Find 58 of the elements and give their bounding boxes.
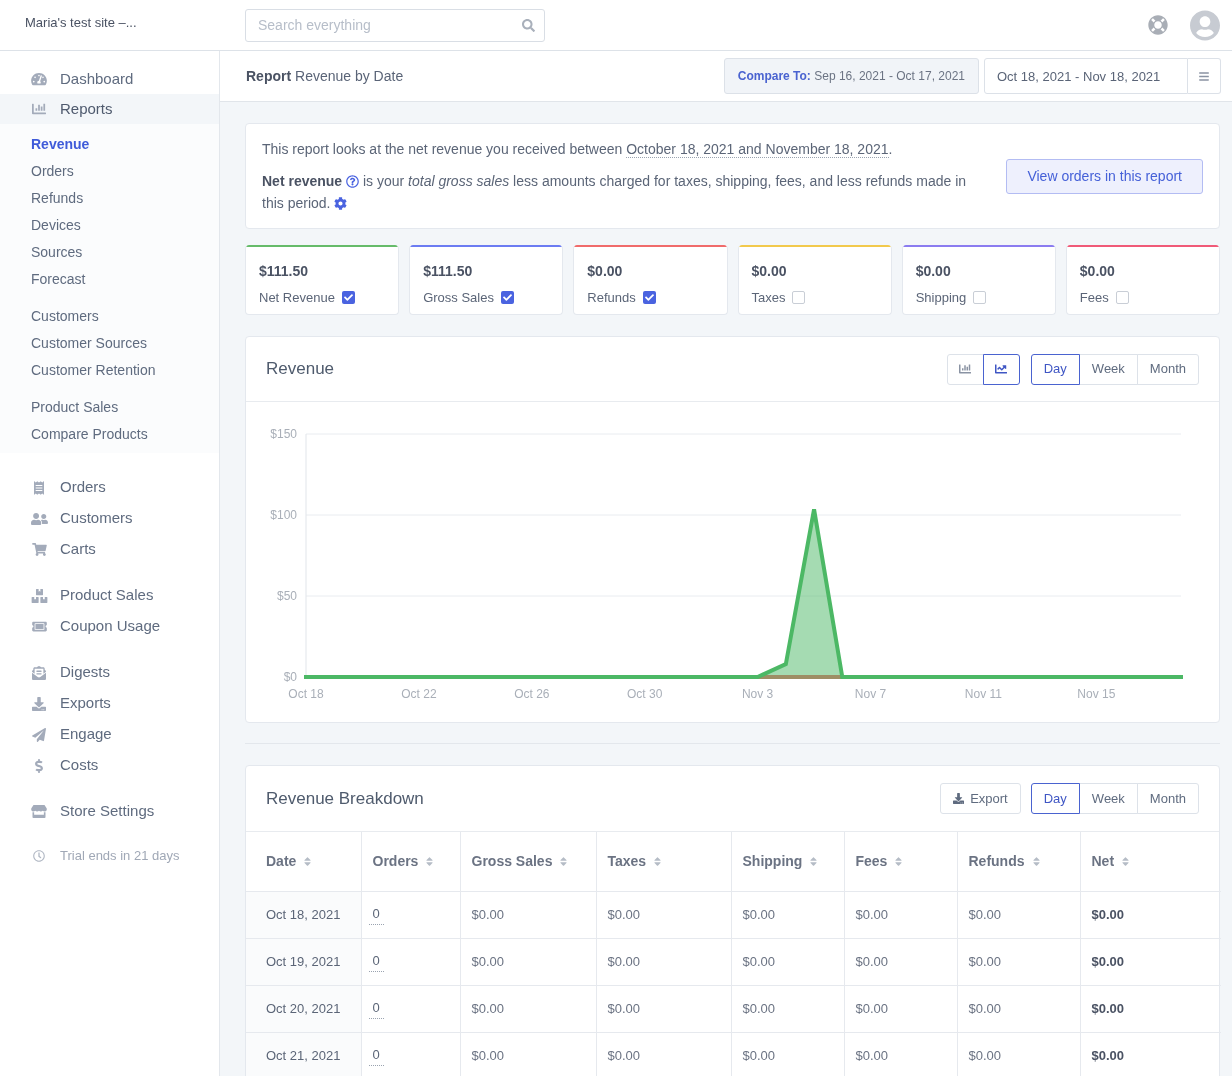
net-revenue-definition: Net revenue is your total gross sales less amounts charged for taxes, shipping, fees, and less refunds made in this period.: [262, 172, 967, 213]
axis-label: $50: [276, 589, 297, 603]
metric-value: $0.00: [587, 262, 624, 281]
chart-title: Revenue: [266, 358, 335, 381]
table-cell: $0.00: [957, 891, 1080, 938]
table-cell: $0.00: [1080, 938, 1221, 985]
metric-label: Gross Sales: [423, 289, 494, 307]
breakdown-title: Revenue Breakdown: [266, 787, 424, 810]
table-cell: $0.00: [957, 938, 1080, 985]
axis-label: Nov 3: [741, 687, 774, 701]
table-cell: Oct 18, 2021: [246, 891, 361, 938]
table-cell: $0.00: [731, 985, 844, 1032]
axis-label: Nov 15: [1077, 687, 1116, 701]
table-cell: $0.00: [1080, 1032, 1221, 1076]
axis-label: Oct 22: [401, 687, 437, 701]
table-cell: $0.00: [957, 1032, 1080, 1076]
table-cell: $0.00: [596, 985, 731, 1032]
axis-label: $0: [283, 670, 297, 684]
table-cell: $0.00: [844, 1032, 957, 1076]
table-cell: $0.00: [460, 1032, 596, 1076]
axis-label: Oct 18: [288, 687, 324, 701]
table-cell: $0.00: [957, 985, 1080, 1032]
table-cell: Oct 21, 2021: [246, 1032, 361, 1076]
metric-label: Shipping: [915, 289, 967, 307]
report-summary: This report looks at the net revenue you received between October 18, 2021 and November 18, 2021.: [262, 140, 894, 160]
table-cell: $0.00: [731, 938, 844, 985]
metric-value: $0.00: [751, 262, 788, 281]
table-cell: $0.00: [596, 938, 731, 985]
table-cell: $0.00: [1080, 891, 1221, 938]
metric-value: $0.00: [915, 262, 952, 281]
trial-note: Trial ends in 21 days: [60, 846, 180, 865]
table-cell: Oct 19, 2021: [246, 938, 361, 985]
axis-label: $150: [270, 427, 297, 441]
report-title: Report Revenue by Date: [246, 66, 404, 86]
metric-value: $0.00: [1079, 262, 1116, 281]
table-cell: $0.00: [460, 891, 596, 938]
metric-label: Fees: [1079, 289, 1109, 307]
table-cell: $0.00: [844, 938, 957, 985]
table-cell: $0.00: [844, 985, 957, 1032]
table-cell: $0.00: [844, 891, 957, 938]
axis-label: Oct 26: [514, 687, 550, 701]
table-cell: $0.00: [596, 1032, 731, 1076]
metric-label: Refunds: [587, 289, 636, 307]
axis-label: Nov 11: [964, 687, 1002, 701]
table-cell: Oct 20, 2021: [246, 985, 361, 1032]
metric-value: $111.50: [259, 262, 310, 281]
axis-label: $100: [270, 508, 297, 522]
table-cell: $0.00: [731, 891, 844, 938]
table-cell: $0.00: [596, 891, 731, 938]
table-cell: $0.00: [1080, 985, 1221, 1032]
axis-label: Nov 7: [854, 687, 887, 701]
table-cell: $0.00: [460, 938, 596, 985]
table-cell: $0.00: [731, 1032, 844, 1076]
metric-value: $111.50: [423, 262, 474, 281]
metric-label: Taxes: [751, 289, 786, 307]
metric-label: Net Revenue: [259, 289, 335, 307]
table-cell: $0.00: [460, 985, 596, 1032]
axis-label: Oct 30: [627, 687, 663, 701]
